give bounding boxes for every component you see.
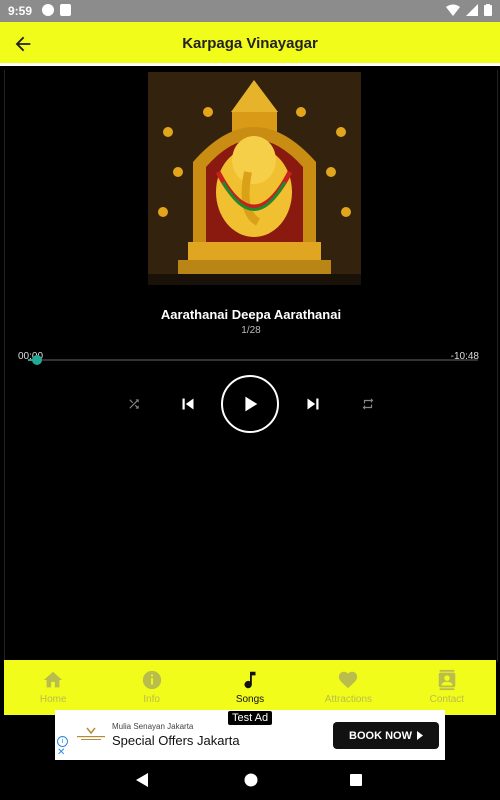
wifi-icon (446, 4, 460, 16)
book-now-button[interactable]: BOOK NOW (333, 722, 439, 749)
status-time: 9:59 (8, 4, 33, 18)
notification-app-icon (42, 4, 54, 16)
song-title: Aarathanai Deepa Aarathanai (160, 307, 342, 322)
sd-card-icon (60, 4, 71, 16)
ad-headline: Special Offers Jakarta (112, 733, 240, 748)
book-now-label: BOOK NOW (349, 729, 412, 742)
nav-label-contact: Contact (429, 694, 465, 705)
chevron-right-icon (416, 731, 423, 740)
system-status-icons (446, 4, 492, 16)
nav-label-songs: Songs (235, 694, 265, 705)
play-icon (245, 396, 258, 412)
repeat-icon (362, 398, 374, 410)
ad-tag: Test Ad (228, 711, 273, 725)
previous-button[interactable] (176, 392, 200, 416)
back-nav-icon[interactable] (134, 772, 150, 788)
shuffle-button[interactable] (124, 394, 144, 414)
nav-item-attractions[interactable]: Attractions (299, 660, 397, 715)
ad-advertiser: Mulia Senayan Jakarta (112, 722, 194, 731)
ad-info-icon[interactable]: i (57, 736, 68, 747)
next-button[interactable] (301, 392, 325, 416)
home-nav-icon[interactable] (243, 772, 259, 788)
info-icon (142, 670, 161, 690)
ad-close-icon[interactable]: ✕ (57, 748, 65, 758)
nav-label-info: Info (143, 694, 160, 705)
seek-bar-thumb[interactable] (32, 355, 42, 365)
system-navigation-bar (0, 760, 500, 800)
skip-previous-icon (182, 398, 194, 410)
ad-banner[interactable]: Test Ad i ✕ Mulia Senayan Jakarta Specia… (55, 710, 445, 760)
bottom-navigation: Home Info Songs Attractions Contact (4, 660, 496, 715)
signal-icon (466, 4, 478, 16)
nav-label-home: Home (39, 694, 67, 705)
home-icon (44, 671, 63, 688)
hotel-logo (77, 727, 105, 740)
player-panel: Aarathanai Deepa Aarathanai 1/28 00:00 -… (4, 70, 498, 662)
nav-item-contact[interactable]: Contact (398, 660, 496, 715)
track-position: 1/28 (241, 325, 261, 336)
nav-label-attractions: Attractions (324, 694, 373, 705)
heart-icon (339, 671, 358, 689)
album-art (148, 72, 361, 285)
contact-icon (438, 669, 456, 691)
battery-icon (484, 4, 492, 16)
nav-item-info[interactable]: Info (102, 660, 200, 715)
seek-bar[interactable] (28, 355, 478, 365)
music-note-icon (244, 671, 256, 689)
page-title: Karpaga Vinayagar (182, 35, 318, 52)
play-button[interactable] (221, 375, 279, 433)
nav-item-songs[interactable]: Songs (201, 660, 299, 715)
skip-next-icon (307, 398, 319, 410)
nav-item-home[interactable]: Home (4, 660, 102, 715)
app-bar: Karpaga Vinayagar (0, 22, 500, 66)
repeat-button[interactable] (358, 394, 378, 414)
recents-nav-icon[interactable] (349, 773, 363, 787)
status-bar: 9:59 (0, 0, 500, 22)
notification-icons (42, 4, 71, 16)
shuffle-icon (129, 399, 139, 409)
